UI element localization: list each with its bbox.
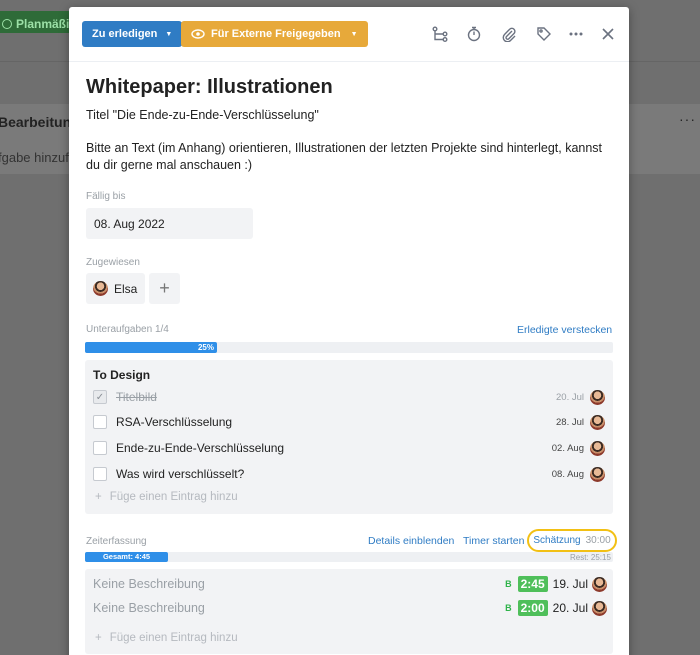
time-entry-description[interactable]: Keine Beschreibung [93, 601, 505, 615]
estimate-button[interactable]: Schätzung 30:00 [527, 529, 617, 552]
add-time-entry-label: Füge einen Eintrag hinzu [109, 632, 238, 644]
plus-icon: + [95, 632, 102, 644]
checkbox[interactable] [93, 441, 107, 455]
avatar [590, 440, 605, 456]
subtasks-label: Unteraufgaben 1/4 [86, 324, 169, 335]
eye-icon [191, 29, 205, 39]
task-detail-modal: Zu erledigen ▼ Für Externe Freigegeben ▼ [69, 7, 629, 655]
avatar [590, 414, 605, 430]
time-entries: Keine Beschreibung B 2:45 19. Jul Keine … [85, 569, 613, 654]
time-entry-description[interactable]: Keine Beschreibung [93, 577, 505, 591]
task-description-line2[interactable]: Bitte an Text (im Anhang) orientieren, I… [86, 140, 616, 174]
list-item[interactable]: Was wird verschlüsselt? 08. Aug [93, 464, 605, 484]
subtasks-icon[interactable] [430, 24, 450, 44]
checklist: To Design ✓ Titelbild 20. Jul RSA-Versch… [85, 360, 613, 514]
remaining-time: Rest: 25:15 [570, 553, 611, 562]
checklist-item-date: 28. Jul [556, 416, 584, 428]
time-entry-row[interactable]: Keine Beschreibung B 2:45 19. Jul [93, 574, 607, 594]
checklist-item-text[interactable]: Titelbild [116, 390, 556, 404]
show-details-link[interactable]: Details einblenden [368, 535, 454, 547]
billable-badge: B [505, 603, 512, 613]
status-label: Zu erledigen [92, 28, 158, 40]
time-entry-date: 19. Jul [552, 577, 588, 591]
task-description-line1[interactable]: Titel "Die Ende-zu-Ende-Verschlüsselung" [86, 108, 319, 122]
more-icon[interactable] [566, 24, 586, 44]
checklist-item-date: 08. Aug [551, 468, 584, 480]
time-entry-row[interactable]: Keine Beschreibung B 2:00 20. Jul [93, 598, 607, 618]
avatar [592, 576, 607, 592]
background-add-task: fgabe hinzufü [0, 150, 77, 165]
tag-icon[interactable] [534, 24, 554, 44]
timer-icon[interactable] [464, 24, 484, 44]
add-assignee-button[interactable]: + [149, 273, 180, 304]
list-item[interactable]: ✓ Titelbild 20. Jul [93, 387, 605, 407]
due-date-label: Fällig bis [86, 191, 126, 202]
caret-down-icon: ▼ [165, 30, 173, 38]
checklist-item-text[interactable]: Ende-zu-Ende-Verschlüsselung [116, 441, 552, 455]
checkbox-checked[interactable]: ✓ [93, 390, 107, 404]
avatar [93, 281, 108, 296]
caret-down-icon: ▼ [350, 30, 358, 38]
play-icon [2, 18, 12, 29]
due-date-field[interactable]: 08. Aug 2022 [86, 208, 253, 239]
time-progress-bar: Gesamt: 4:45 [85, 552, 613, 562]
estimate-value: 30:00 [585, 535, 611, 546]
time-tracking-label: Zeiterfassung [86, 536, 147, 547]
close-icon[interactable] [598, 24, 618, 44]
checkbox[interactable] [93, 467, 107, 481]
billable-badge: B [505, 579, 512, 589]
checklist-title[interactable]: To Design [93, 368, 150, 382]
plus-icon: + [95, 491, 102, 503]
checklist-item-date: 02. Aug [551, 442, 584, 454]
avatar [590, 389, 605, 405]
background-more-icon: ··· [679, 111, 696, 127]
assignee-chip[interactable]: Elsa [86, 273, 145, 304]
add-checklist-item[interactable]: + Füge einen Eintrag hinzu [95, 491, 238, 503]
assignee-name: Elsa [114, 281, 138, 296]
background-tag-label: Planmäßig [16, 16, 77, 31]
status-dropdown-button[interactable]: Zu erledigen ▼ [82, 21, 183, 47]
list-item[interactable]: RSA-Verschlüsselung 28. Jul [93, 412, 605, 432]
checklist-item-text[interactable]: RSA-Verschlüsselung [116, 415, 556, 429]
add-checklist-item-label: Füge einen Eintrag hinzu [109, 491, 238, 503]
avatar [592, 600, 607, 616]
assigned-label: Zugewiesen [86, 257, 140, 268]
attachment-icon[interactable] [499, 24, 519, 44]
share-dropdown-button[interactable]: Für Externe Freigegeben ▼ [181, 21, 368, 47]
time-progress-fill: Gesamt: 4:45 [85, 552, 168, 562]
subtasks-progress-fill: 25% [85, 342, 217, 353]
task-title[interactable]: Whitepaper: Illustrationen [86, 76, 333, 99]
checkbox[interactable] [93, 415, 107, 429]
subtasks-progress-bar: 25% [85, 342, 613, 353]
add-time-entry[interactable]: + Füge einen Eintrag hinzu [95, 632, 238, 644]
estimate-label: Schätzung [533, 535, 581, 546]
time-entry-duration[interactable]: 2:45 [517, 576, 548, 592]
start-timer-link[interactable]: Timer starten [463, 535, 524, 547]
checklist-item-date: 20. Jul [556, 391, 584, 403]
hide-completed-link[interactable]: Erledigte verstecken [517, 324, 612, 336]
checklist-item-text[interactable]: Was wird verschlüsselt? [116, 467, 552, 481]
modal-toolbar: Zu erledigen ▼ Für Externe Freigegeben ▼ [69, 7, 629, 62]
time-entry-duration[interactable]: 2:00 [517, 600, 548, 616]
time-entry-date: 20. Jul [552, 601, 588, 615]
avatar [590, 466, 605, 482]
list-item[interactable]: Ende-zu-Ende-Verschlüsselung 02. Aug [93, 438, 605, 458]
share-label: Für Externe Freigegeben [211, 28, 341, 40]
